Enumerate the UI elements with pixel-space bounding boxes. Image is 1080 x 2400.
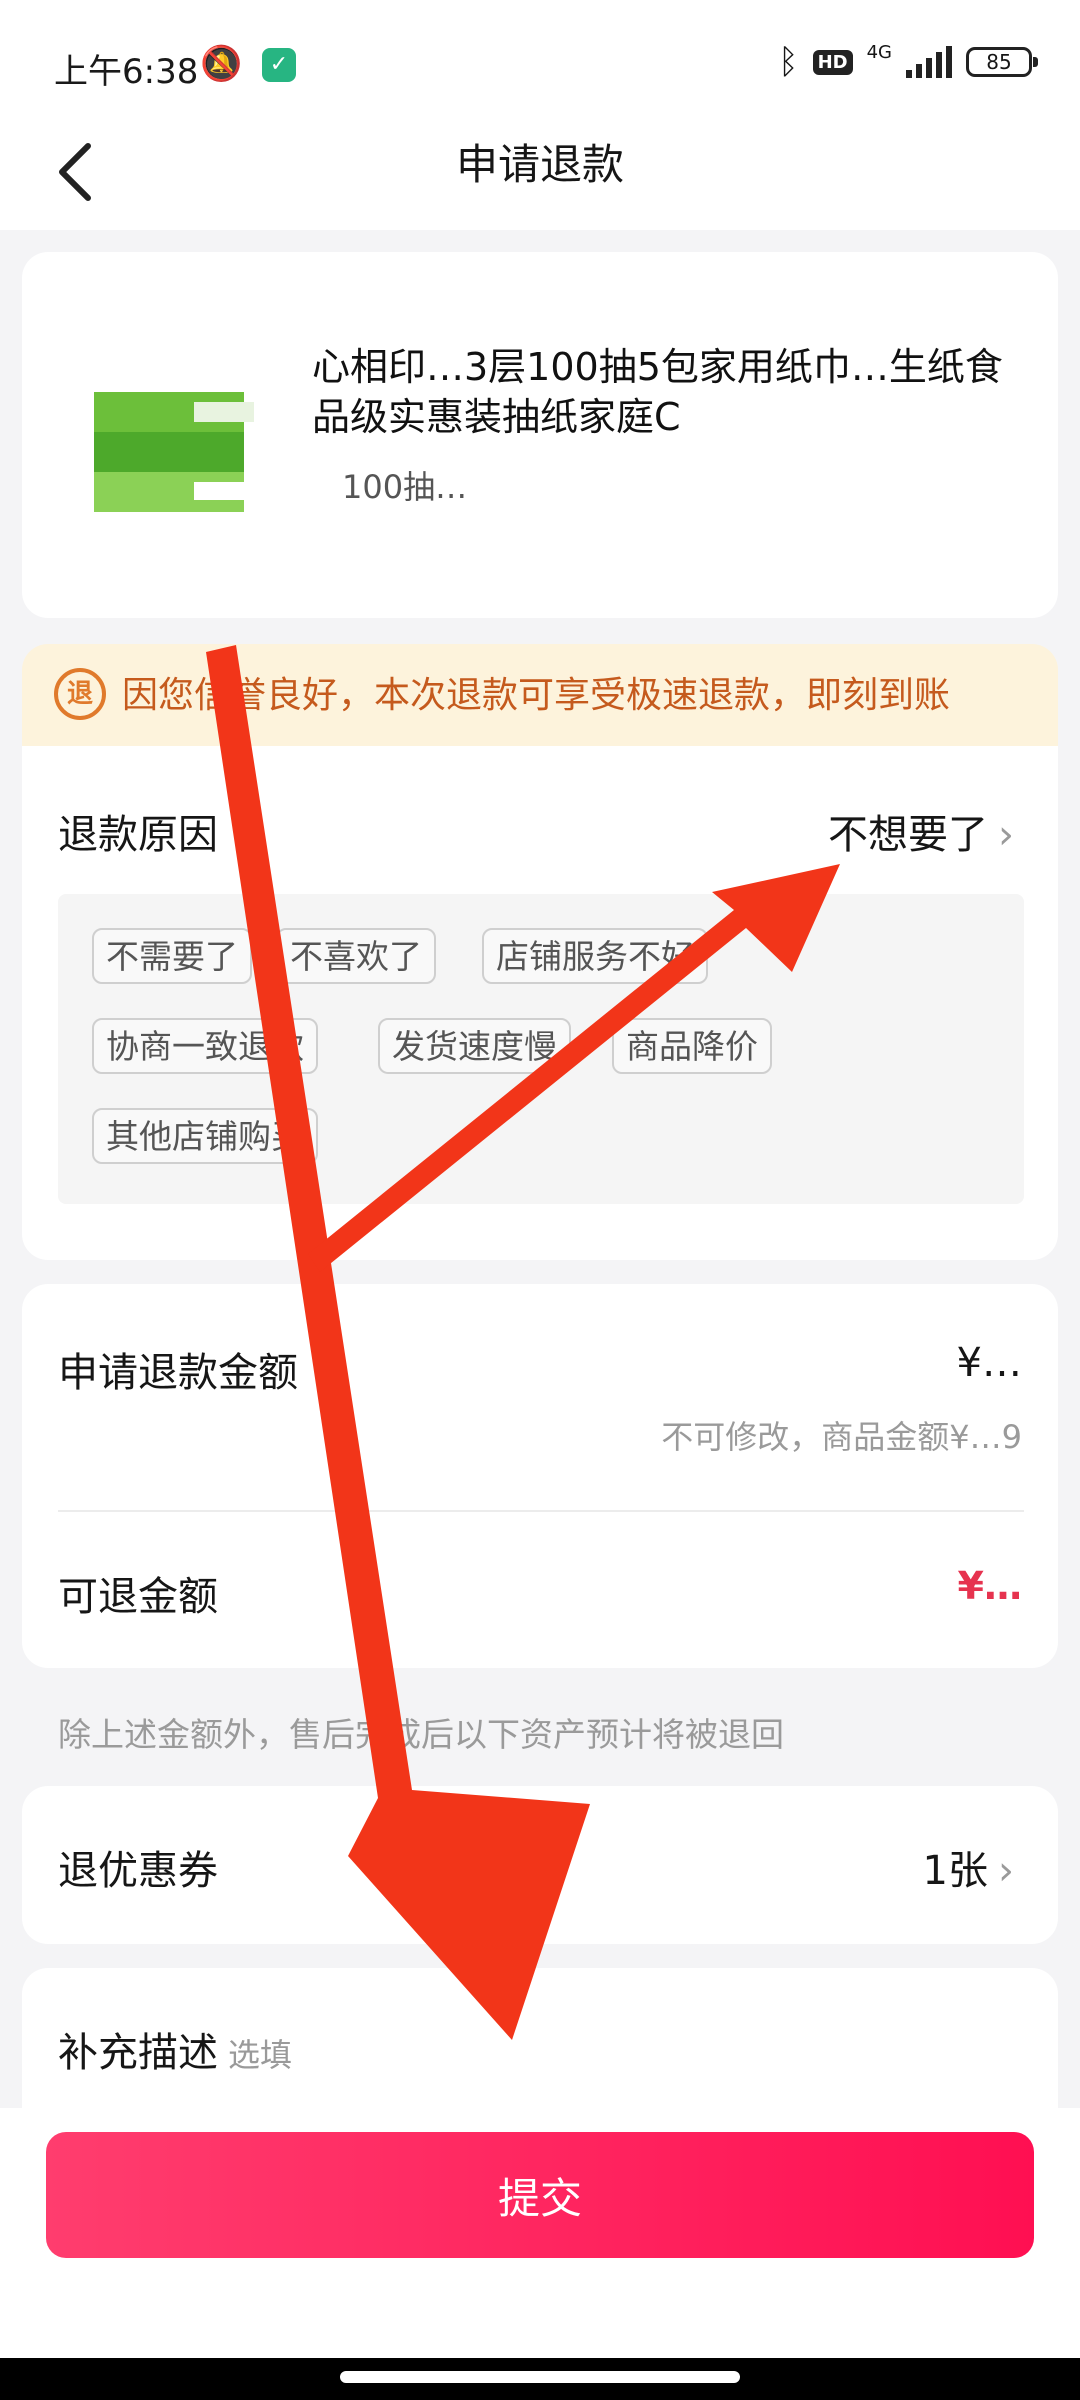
refundable-amount-value: ¥… [957,1564,1022,1608]
submit-button[interactable]: 提交 [46,2132,1034,2258]
bluetooth-icon: ᛒ [778,42,799,82]
refund-reason-selector[interactable]: 不想要了 › [828,802,1014,860]
product-card[interactable]: 心相印…3层100抽5包家用纸巾…生纸食品级实惠装抽纸家庭C 100抽… [22,252,1058,618]
reason-tag[interactable]: 不需要了 [92,928,252,984]
reason-tag[interactable]: 协商一致退款 [92,1018,318,1074]
refund-amount-card: 申请退款金额 ¥… 不可修改，商品金额¥…9 可退金额 ¥… [22,1284,1058,1668]
divider [58,1510,1024,1512]
description-title: 补充描述 [58,2030,218,2076]
status-bar: 上午6:38 🔕 ✓ ᛒ HD 4G 85 [0,0,1080,130]
reason-tag-panel: 不需要了 不喜欢了 店铺服务不好 协商一致退款 发货速度慢 商品降价 其他店铺购… [58,894,1024,1204]
reason-tag[interactable]: 发货速度慢 [378,1018,571,1074]
coupon-card[interactable]: 退优惠券 1张 › [22,1786,1058,1944]
network-label: 4G [866,41,892,63]
product-image [94,392,254,512]
refund-amount-label: 申请退款金额 [58,1350,298,1396]
refundable-amount-label: 可退金额 [58,1574,218,1620]
refund-reason-label: 退款原因 [58,812,218,858]
reason-tag[interactable]: 不喜欢了 [276,928,436,984]
description-optional: 选填 [228,2036,293,2074]
reason-tag[interactable]: 店铺服务不好 [482,928,708,984]
signal-icon [906,46,952,78]
coupon-label: 退优惠券 [58,1848,218,1894]
nav-bar: 申请退款 [0,130,1080,230]
fast-refund-notice: 退 因您信誉良好，本次退款可享受极速退款，即刻到账 [22,644,1058,748]
chevron-right-icon: › [998,1848,1014,1894]
status-time: 上午6:38 [54,52,199,92]
refund-reason-selected: 不想要了 [828,812,988,858]
status-right: ᛒ HD 4G 85 [778,41,1038,82]
shield-icon: ✓ [262,48,296,82]
refund-assets-hint: 除上述金额外，售后完成后以下资产预计将被退回 [58,1715,784,1754]
battery-icon: 85 [966,47,1038,77]
page-title: 申请退款 [455,140,624,189]
coupon-value: 1张 › [923,1838,1014,1896]
refund-amount-value: ¥… [956,1340,1022,1386]
hd-badge: HD [812,49,853,75]
refund-amount-hint: 不可修改，商品金额¥…9 [661,1418,1022,1456]
product-spec: 100抽… [342,468,468,506]
home-indicator[interactable] [340,2371,740,2383]
reason-tag[interactable]: 其他店铺购买 [92,1108,318,1164]
bottom-bar: 提交 [0,2108,1080,2358]
notice-text: 因您信誉良好，本次退款可享受极速退款，即刻到账 [122,675,951,716]
description-label: 补充描述 选填 [58,2020,292,2078]
refund-reason-card: 退款原因 不想要了 › 不需要了 不喜欢了 店铺服务不好 协商一致退款 发货速度慢… [22,746,1058,1260]
coupon-count: 1张 [922,1848,988,1894]
system-nav-area [0,2358,1080,2400]
product-title: 心相印…3层100抽5包家用纸巾…生纸食品级实惠装抽纸家庭C [312,345,1003,439]
refund-icon: 退 [54,668,106,720]
reason-tag[interactable]: 商品降价 [612,1018,772,1074]
chevron-right-icon: › [998,812,1014,858]
mute-icon: 🔕 [200,44,243,84]
